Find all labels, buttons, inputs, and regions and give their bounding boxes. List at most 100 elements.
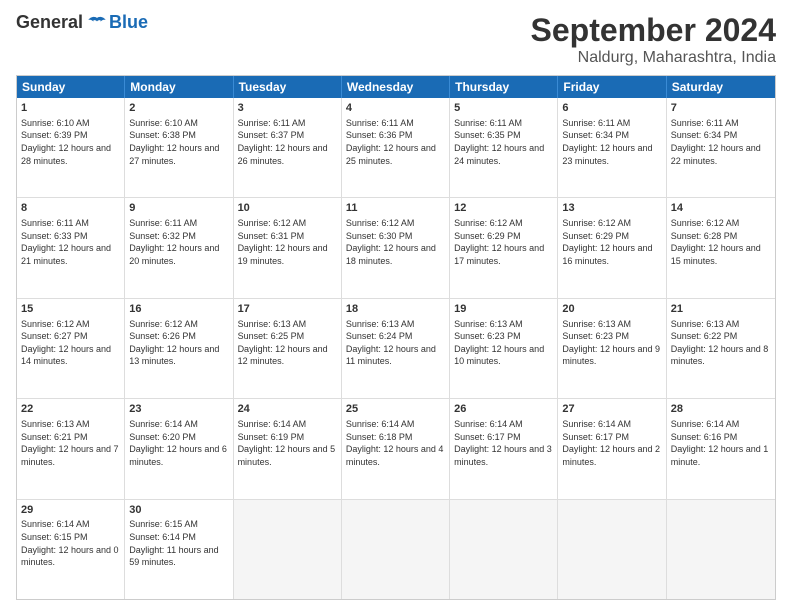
day-info: Sunrise: 6:13 AMSunset: 6:22 PMDaylight:… bbox=[671, 318, 771, 368]
day-number: 24 bbox=[238, 402, 337, 417]
day-info: Sunrise: 6:11 AMSunset: 6:37 PMDaylight:… bbox=[238, 117, 337, 167]
calendar-header-thursday: Thursday bbox=[450, 76, 558, 98]
calendar-cell: 27Sunrise: 6:14 AMSunset: 6:17 PMDayligh… bbox=[558, 399, 666, 498]
calendar-cell: 13Sunrise: 6:12 AMSunset: 6:29 PMDayligh… bbox=[558, 198, 666, 297]
day-info: Sunrise: 6:14 AMSunset: 6:17 PMDaylight:… bbox=[562, 418, 661, 468]
day-number: 15 bbox=[21, 302, 120, 317]
day-number: 13 bbox=[562, 201, 661, 216]
calendar-cell: 15Sunrise: 6:12 AMSunset: 6:27 PMDayligh… bbox=[17, 299, 125, 398]
day-number: 22 bbox=[21, 402, 120, 417]
header: General Blue September 2024 Naldurg, Mah… bbox=[16, 12, 776, 67]
logo-blue: Blue bbox=[109, 12, 148, 33]
calendar-cell: 12Sunrise: 6:12 AMSunset: 6:29 PMDayligh… bbox=[450, 198, 558, 297]
calendar-cell: 3Sunrise: 6:11 AMSunset: 6:37 PMDaylight… bbox=[234, 98, 342, 197]
day-number: 18 bbox=[346, 302, 445, 317]
calendar-subtitle: Naldurg, Maharashtra, India bbox=[531, 49, 776, 67]
day-number: 17 bbox=[238, 302, 337, 317]
day-info: Sunrise: 6:15 AMSunset: 6:14 PMDaylight:… bbox=[129, 518, 228, 568]
calendar-cell: 19Sunrise: 6:13 AMSunset: 6:23 PMDayligh… bbox=[450, 299, 558, 398]
calendar-cell: 14Sunrise: 6:12 AMSunset: 6:28 PMDayligh… bbox=[667, 198, 775, 297]
calendar-cell: 22Sunrise: 6:13 AMSunset: 6:21 PMDayligh… bbox=[17, 399, 125, 498]
day-number: 5 bbox=[454, 101, 553, 116]
calendar-week-4: 22Sunrise: 6:13 AMSunset: 6:21 PMDayligh… bbox=[17, 399, 775, 499]
day-info: Sunrise: 6:11 AMSunset: 6:35 PMDaylight:… bbox=[454, 117, 553, 167]
calendar-cell bbox=[342, 500, 450, 599]
day-number: 27 bbox=[562, 402, 661, 417]
calendar-cell: 4Sunrise: 6:11 AMSunset: 6:36 PMDaylight… bbox=[342, 98, 450, 197]
day-number: 10 bbox=[238, 201, 337, 216]
day-info: Sunrise: 6:11 AMSunset: 6:33 PMDaylight:… bbox=[21, 217, 120, 267]
day-info: Sunrise: 6:12 AMSunset: 6:29 PMDaylight:… bbox=[562, 217, 661, 267]
day-info: Sunrise: 6:12 AMSunset: 6:29 PMDaylight:… bbox=[454, 217, 553, 267]
calendar-cell: 1Sunrise: 6:10 AMSunset: 6:39 PMDaylight… bbox=[17, 98, 125, 197]
day-info: Sunrise: 6:11 AMSunset: 6:34 PMDaylight:… bbox=[562, 117, 661, 167]
day-number: 26 bbox=[454, 402, 553, 417]
calendar-header-row: SundayMondayTuesdayWednesdayThursdayFrid… bbox=[17, 76, 775, 98]
day-info: Sunrise: 6:10 AMSunset: 6:38 PMDaylight:… bbox=[129, 117, 228, 167]
calendar-week-3: 15Sunrise: 6:12 AMSunset: 6:27 PMDayligh… bbox=[17, 299, 775, 399]
day-number: 9 bbox=[129, 201, 228, 216]
logo-bird-icon bbox=[87, 13, 107, 33]
calendar-cell: 23Sunrise: 6:14 AMSunset: 6:20 PMDayligh… bbox=[125, 399, 233, 498]
calendar-cell: 7Sunrise: 6:11 AMSunset: 6:34 PMDaylight… bbox=[667, 98, 775, 197]
calendar-cell: 8Sunrise: 6:11 AMSunset: 6:33 PMDaylight… bbox=[17, 198, 125, 297]
day-number: 14 bbox=[671, 201, 771, 216]
day-info: Sunrise: 6:13 AMSunset: 6:23 PMDaylight:… bbox=[454, 318, 553, 368]
calendar-week-2: 8Sunrise: 6:11 AMSunset: 6:33 PMDaylight… bbox=[17, 198, 775, 298]
calendar-header-wednesday: Wednesday bbox=[342, 76, 450, 98]
day-info: Sunrise: 6:12 AMSunset: 6:27 PMDaylight:… bbox=[21, 318, 120, 368]
calendar-body: 1Sunrise: 6:10 AMSunset: 6:39 PMDaylight… bbox=[17, 98, 775, 599]
page: General Blue September 2024 Naldurg, Mah… bbox=[0, 0, 792, 612]
calendar-header-monday: Monday bbox=[125, 76, 233, 98]
day-number: 2 bbox=[129, 101, 228, 116]
calendar-cell bbox=[558, 500, 666, 599]
calendar-cell bbox=[234, 500, 342, 599]
day-number: 11 bbox=[346, 201, 445, 216]
day-info: Sunrise: 6:14 AMSunset: 6:18 PMDaylight:… bbox=[346, 418, 445, 468]
day-number: 20 bbox=[562, 302, 661, 317]
calendar-cell: 26Sunrise: 6:14 AMSunset: 6:17 PMDayligh… bbox=[450, 399, 558, 498]
calendar-week-5: 29Sunrise: 6:14 AMSunset: 6:15 PMDayligh… bbox=[17, 500, 775, 599]
calendar-cell: 10Sunrise: 6:12 AMSunset: 6:31 PMDayligh… bbox=[234, 198, 342, 297]
day-number: 29 bbox=[21, 503, 120, 518]
day-info: Sunrise: 6:11 AMSunset: 6:34 PMDaylight:… bbox=[671, 117, 771, 167]
logo: General Blue bbox=[16, 12, 148, 33]
day-info: Sunrise: 6:14 AMSunset: 6:19 PMDaylight:… bbox=[238, 418, 337, 468]
day-info: Sunrise: 6:12 AMSunset: 6:30 PMDaylight:… bbox=[346, 217, 445, 267]
day-info: Sunrise: 6:14 AMSunset: 6:17 PMDaylight:… bbox=[454, 418, 553, 468]
day-number: 19 bbox=[454, 302, 553, 317]
calendar-week-1: 1Sunrise: 6:10 AMSunset: 6:39 PMDaylight… bbox=[17, 98, 775, 198]
day-info: Sunrise: 6:14 AMSunset: 6:15 PMDaylight:… bbox=[21, 518, 120, 568]
calendar-cell: 6Sunrise: 6:11 AMSunset: 6:34 PMDaylight… bbox=[558, 98, 666, 197]
calendar-header-friday: Friday bbox=[558, 76, 666, 98]
calendar-cell: 30Sunrise: 6:15 AMSunset: 6:14 PMDayligh… bbox=[125, 500, 233, 599]
day-number: 16 bbox=[129, 302, 228, 317]
day-number: 8 bbox=[21, 201, 120, 216]
day-number: 12 bbox=[454, 201, 553, 216]
day-info: Sunrise: 6:13 AMSunset: 6:21 PMDaylight:… bbox=[21, 418, 120, 468]
calendar-cell: 28Sunrise: 6:14 AMSunset: 6:16 PMDayligh… bbox=[667, 399, 775, 498]
day-number: 6 bbox=[562, 101, 661, 116]
calendar-cell: 21Sunrise: 6:13 AMSunset: 6:22 PMDayligh… bbox=[667, 299, 775, 398]
day-info: Sunrise: 6:10 AMSunset: 6:39 PMDaylight:… bbox=[21, 117, 120, 167]
calendar-cell: 9Sunrise: 6:11 AMSunset: 6:32 PMDaylight… bbox=[125, 198, 233, 297]
day-number: 25 bbox=[346, 402, 445, 417]
day-number: 23 bbox=[129, 402, 228, 417]
calendar-cell: 29Sunrise: 6:14 AMSunset: 6:15 PMDayligh… bbox=[17, 500, 125, 599]
day-info: Sunrise: 6:13 AMSunset: 6:23 PMDaylight:… bbox=[562, 318, 661, 368]
day-number: 7 bbox=[671, 101, 771, 116]
calendar-cell: 5Sunrise: 6:11 AMSunset: 6:35 PMDaylight… bbox=[450, 98, 558, 197]
calendar-header-tuesday: Tuesday bbox=[234, 76, 342, 98]
calendar-cell: 2Sunrise: 6:10 AMSunset: 6:38 PMDaylight… bbox=[125, 98, 233, 197]
day-info: Sunrise: 6:14 AMSunset: 6:20 PMDaylight:… bbox=[129, 418, 228, 468]
logo-general: General bbox=[16, 12, 83, 33]
calendar-cell: 24Sunrise: 6:14 AMSunset: 6:19 PMDayligh… bbox=[234, 399, 342, 498]
title-block: September 2024 Naldurg, Maharashtra, Ind… bbox=[531, 12, 776, 67]
day-number: 1 bbox=[21, 101, 120, 116]
day-info: Sunrise: 6:11 AMSunset: 6:36 PMDaylight:… bbox=[346, 117, 445, 167]
day-info: Sunrise: 6:14 AMSunset: 6:16 PMDaylight:… bbox=[671, 418, 771, 468]
calendar-cell: 25Sunrise: 6:14 AMSunset: 6:18 PMDayligh… bbox=[342, 399, 450, 498]
calendar-title: September 2024 bbox=[531, 12, 776, 49]
day-number: 4 bbox=[346, 101, 445, 116]
calendar-cell: 18Sunrise: 6:13 AMSunset: 6:24 PMDayligh… bbox=[342, 299, 450, 398]
